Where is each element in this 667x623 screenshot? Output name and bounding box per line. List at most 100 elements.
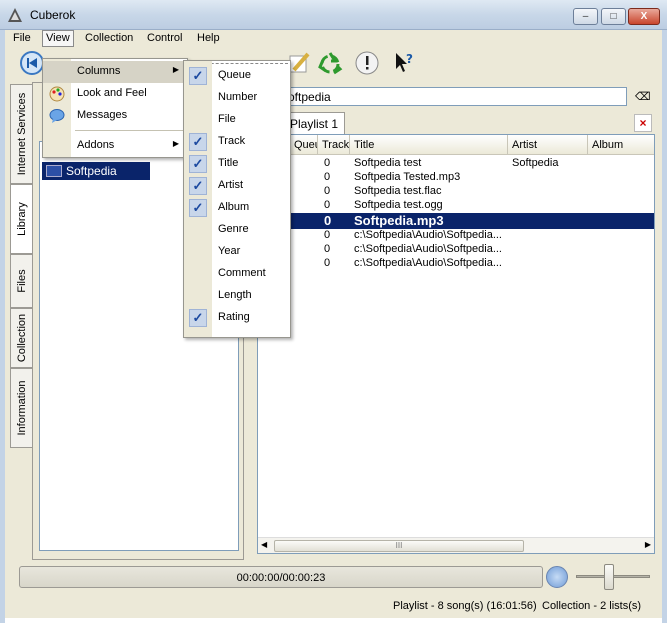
column-toggle-file[interactable]: File (184, 109, 290, 131)
column-toggle-track[interactable]: ✓ Track (184, 131, 290, 153)
menu-view[interactable]: View (42, 30, 74, 47)
clear-search-icon[interactable]: ⌫ (635, 90, 651, 103)
title-bar: Cuberok – □ X (0, 0, 667, 30)
column-track[interactable]: Track (318, 135, 350, 155)
title-cell: Softpedia test.flac (354, 185, 442, 197)
checkmark-icon: ✓ (189, 309, 207, 327)
submenu-arrow-icon: ▶ (172, 65, 179, 74)
checkmark-icon: ✓ (189, 67, 207, 85)
volume-slider-handle[interactable] (604, 564, 615, 590)
volume-icon[interactable] (546, 566, 568, 588)
status-bar: Playlist - 8 song(s) (16:01:56) Collecti… (5, 598, 662, 618)
column-toggle-album[interactable]: ✓ Album (184, 197, 290, 219)
table-row[interactable]: 0 c:\Softpedia\Audio\Softpedia... (258, 257, 654, 271)
svg-text:?: ? (406, 52, 413, 66)
columns-submenu: ✓ Queue Number File ✓ Track ✓ Title ✓ Artist ✓ Albu… (183, 60, 291, 338)
table-row[interactable]: 0 Softpedia.mp3 (258, 213, 654, 229)
recycle-icon[interactable] (317, 50, 343, 76)
checkmark-icon: ✓ (189, 133, 207, 151)
time-display: 00:00:00/00:00:23 (236, 572, 326, 584)
checkmark-icon: ✓ (189, 199, 207, 217)
column-toggle-title[interactable]: ✓ Title (184, 153, 290, 175)
column-toggle-comment[interactable]: Comment (184, 263, 290, 285)
window-title: Cuberok (30, 8, 76, 22)
tab-information[interactable]: Information (10, 368, 32, 448)
menu-file[interactable]: File (13, 32, 31, 44)
library-item[interactable]: Softpedia (42, 162, 150, 180)
scroll-right-icon[interactable]: ▶ (645, 540, 651, 549)
table-row[interactable]: 0 Softpedia Tested.mp3 (258, 171, 654, 185)
column-toggle-year[interactable]: Year (184, 241, 290, 263)
track-cell: 0 (324, 171, 331, 183)
column-toggle-length[interactable]: Length (184, 285, 290, 307)
tab-files[interactable]: Files (10, 254, 32, 308)
column-toggle-label: Comment (218, 267, 266, 279)
playback-progress[interactable]: 00:00:00/00:00:23 (19, 566, 543, 588)
close-button[interactable]: X (628, 8, 660, 25)
title-cell: Softpedia test (354, 157, 422, 169)
tab-library[interactable]: Library (10, 184, 32, 254)
tab-collection[interactable]: Collection (10, 308, 32, 368)
close-playlist-button[interactable]: × (634, 114, 652, 132)
title-cell: Softpedia.mp3 (354, 213, 444, 228)
submenu-arrow-icon: ▶ (172, 139, 179, 148)
menu-item-addons[interactable]: Addons ▶ (43, 135, 187, 157)
table-row[interactable]: 0 Softpedia test Softpedia (258, 157, 654, 171)
scroll-left-icon[interactable]: ◀ (261, 540, 267, 549)
column-toggle-artist[interactable]: ✓ Artist (184, 175, 290, 197)
app-logo-icon (8, 8, 22, 22)
column-toggle-label: Number (218, 91, 258, 103)
table-row[interactable]: 0 c:\Softpedia\Audio\Softpedia... (258, 243, 654, 257)
column-toggle-label: Queue (218, 69, 252, 81)
help-cursor-icon[interactable]: ? (391, 50, 417, 76)
playlist-icon (46, 165, 62, 177)
playlist-status: Playlist - 8 song(s) (16:01:56) (393, 600, 537, 612)
search-box (281, 87, 627, 106)
maximize-button[interactable]: □ (601, 8, 626, 25)
column-toggle-queue[interactable]: ✓ Queue (184, 65, 290, 87)
horizontal-scrollbar[interactable]: ◀ III ▶ (258, 537, 654, 553)
menu-help[interactable]: Help (197, 32, 220, 44)
column-toggle-label: Genre (218, 223, 249, 235)
track-cell: 0 (324, 199, 331, 211)
collection-status: Collection - 2 lists(s) (542, 600, 642, 612)
menu-item-messages[interactable]: Messages (43, 105, 187, 127)
table-row[interactable]: 0 Softpedia test.ogg (258, 199, 654, 213)
menu-item-columns[interactable]: Columns ▶ (43, 61, 187, 83)
column-toggle-label: Artist (218, 179, 244, 191)
table-row[interactable]: 0 c:\Softpedia\Audio\Softpedia... (258, 229, 654, 243)
tab-internet-services[interactable]: Internet Services (10, 84, 32, 184)
column-toggle-label: Track (218, 135, 246, 147)
column-toggle-label: Year (218, 245, 241, 257)
track-cell: 0 (324, 157, 331, 169)
minimize-button[interactable]: – (573, 8, 598, 25)
table-row[interactable]: 0 Softpedia test.flac (258, 185, 654, 199)
column-album[interactable]: Album (588, 135, 654, 155)
checkmark-icon: ✓ (189, 177, 207, 195)
column-queue[interactable]: Queue (290, 135, 318, 155)
window-border-right (662, 30, 667, 623)
menu-control[interactable]: Control (147, 32, 182, 44)
column-artist[interactable]: Artist (508, 135, 588, 155)
column-toggle-rating[interactable]: ✓ Rating (184, 307, 290, 329)
menubar: File View Collection Control Help (5, 30, 662, 47)
search-input[interactable] (282, 88, 626, 105)
title-cell: c:\Softpedia\Audio\Softpedia... (354, 257, 502, 269)
menu-item-look-and-feel[interactable]: Look and Feel (43, 83, 187, 105)
column-toggle-label: Rating (218, 311, 250, 323)
title-cell: c:\Softpedia\Audio\Softpedia... (354, 243, 502, 255)
column-toggle-number[interactable]: Number (184, 87, 290, 109)
tab-playlist-1[interactable]: Playlist 1 (285, 112, 345, 134)
playlist-table[interactable]: Queue Track Title Artist Album 0 Softpedi… (257, 134, 655, 554)
track-cell: 0 (324, 185, 331, 197)
column-title[interactable]: Title (350, 135, 508, 155)
column-toggle-label: Length (218, 289, 252, 301)
menu-collection[interactable]: Collection (85, 32, 133, 44)
scroll-thumb[interactable]: III (274, 540, 524, 552)
track-cell: 0 (324, 257, 331, 269)
palette-icon (49, 86, 65, 102)
artist-cell: Softpedia (512, 157, 559, 169)
column-toggle-genre[interactable]: Genre (184, 219, 290, 241)
alert-icon[interactable] (354, 50, 380, 76)
column-toggle-label: Album (218, 201, 250, 213)
